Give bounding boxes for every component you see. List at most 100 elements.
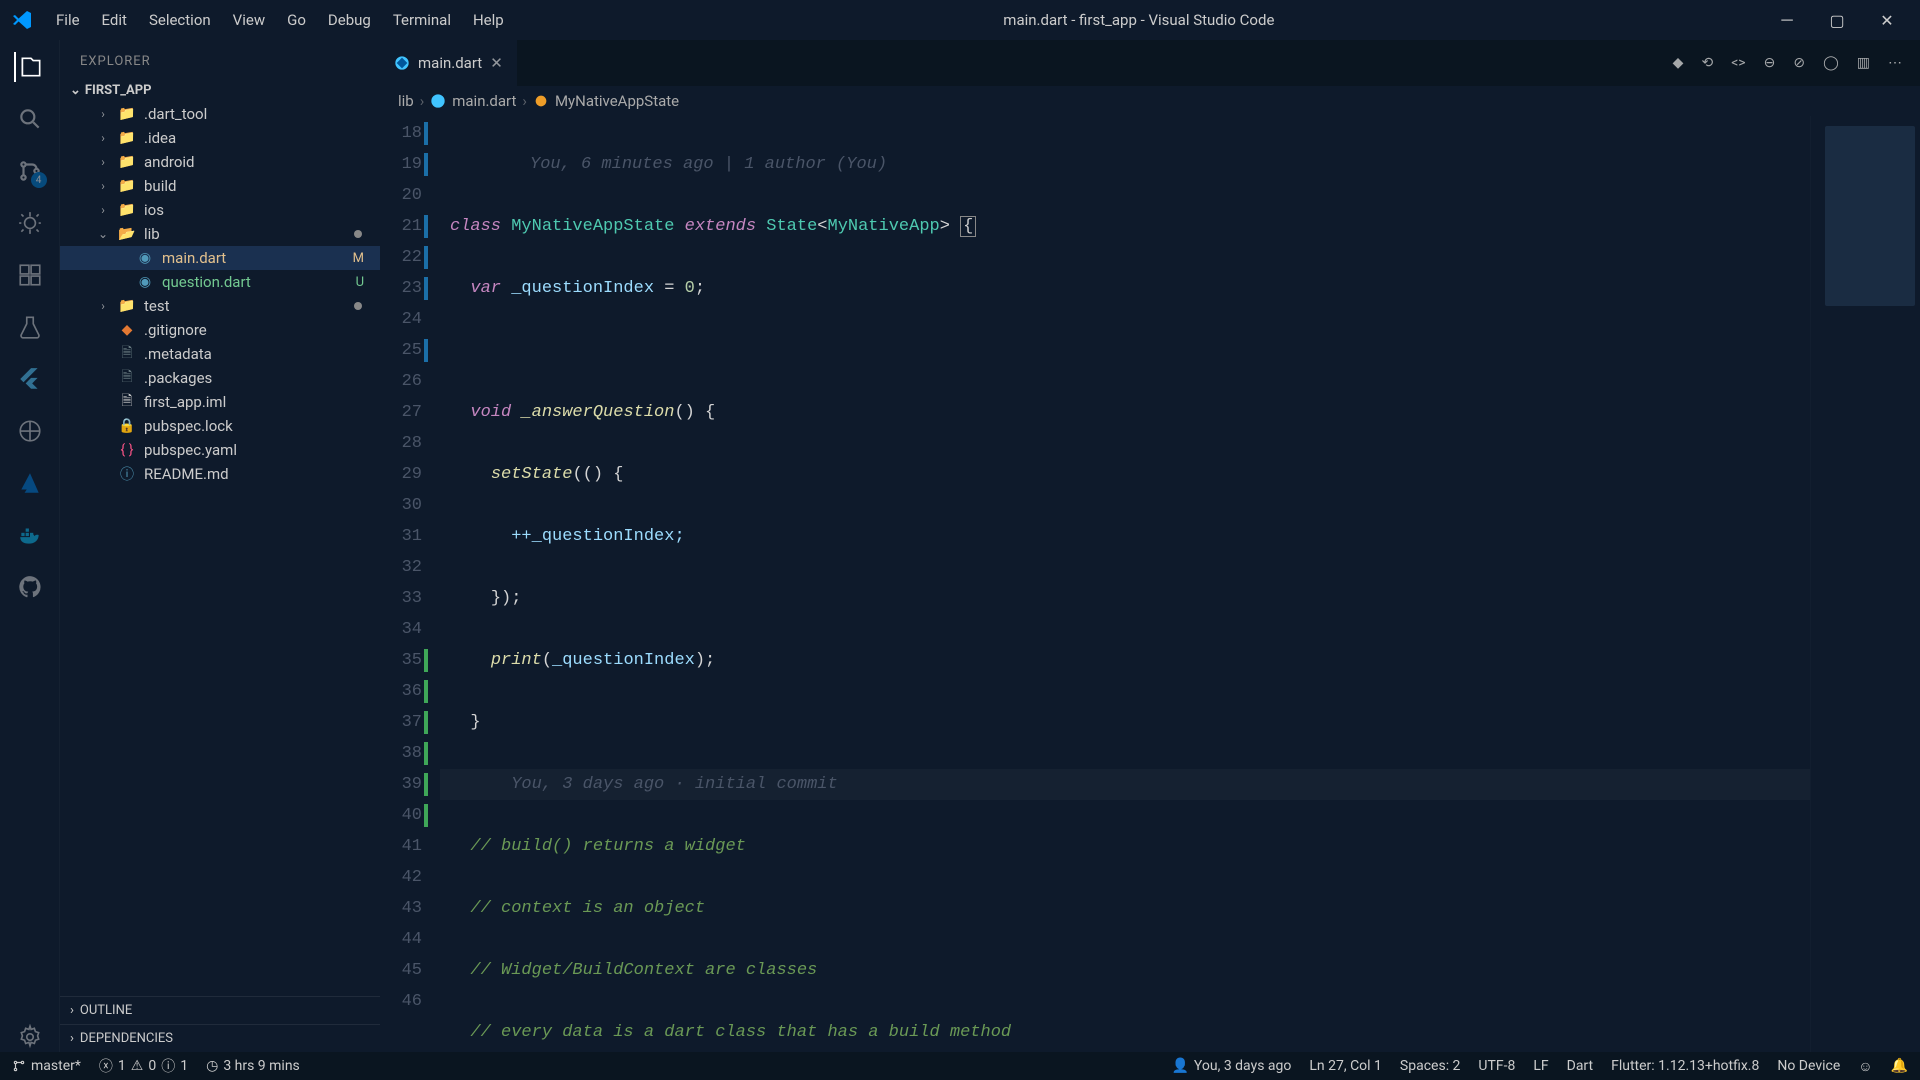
line-number: 44: [380, 924, 422, 955]
bell-icon[interactable]: 🔔: [1891, 1058, 1908, 1074]
crumb-class[interactable]: MyNativeAppState: [533, 92, 679, 110]
more-icon[interactable]: ⋯: [1888, 55, 1902, 71]
line-number: 19: [380, 149, 422, 180]
feedback-icon[interactable]: ☺: [1858, 1058, 1872, 1075]
error-icon: ⓧ: [99, 1056, 113, 1076]
flutter-indicator[interactable]: Flutter: 1.12.13+hotfix.8: [1611, 1058, 1759, 1074]
line-number: 36: [380, 676, 422, 707]
tree-item-first_app-iml[interactable]: 🗎first_app.iml: [60, 390, 380, 414]
explorer-icon[interactable]: [14, 52, 44, 82]
tree-item-test[interactable]: ›📁test: [60, 294, 380, 318]
time-tracker[interactable]: ◷ 3 hrs 9 mins: [206, 1058, 300, 1074]
dart-devtools-icon[interactable]: ◆: [1673, 55, 1684, 71]
debug-icon[interactable]: [15, 208, 45, 238]
minimap[interactable]: [1810, 116, 1920, 1052]
eol-indicator[interactable]: LF: [1533, 1058, 1548, 1074]
branch-icon: [12, 1059, 26, 1073]
dependencies-section[interactable]: › DEPENDENCIES: [60, 1024, 380, 1052]
tree-item--packages[interactable]: 🗎.packages: [60, 366, 380, 390]
dart-icon: ◉: [136, 249, 154, 267]
flutter-icon[interactable]: [15, 364, 45, 394]
line-number: 32: [380, 552, 422, 583]
indent-indicator[interactable]: Spaces: 2: [1400, 1058, 1461, 1074]
language-indicator[interactable]: Dart: [1567, 1058, 1593, 1074]
stop-icon[interactable]: ⊘: [1793, 55, 1805, 71]
close-icon[interactable]: ✕: [490, 54, 503, 72]
tree-item--dart_tool[interactable]: ›📁.dart_tool: [60, 102, 380, 126]
tree-item-label: .idea: [144, 129, 176, 147]
tab-label: main.dart: [418, 54, 482, 72]
cursor-position[interactable]: Ln 27, Col 1: [1309, 1058, 1382, 1074]
azure-icon[interactable]: [15, 468, 45, 498]
inspector-icon[interactable]: ◯: [1823, 55, 1839, 71]
problems-indicator[interactable]: ⓧ1 ⚠0 ⓘ1: [99, 1056, 188, 1076]
sidebar: EXPLORER ⌄ FIRST_APP ›📁.dart_tool›📁.idea…: [60, 40, 380, 1052]
github-icon[interactable]: [15, 572, 45, 602]
tree-item-build[interactable]: ›📁build: [60, 174, 380, 198]
crumb-file[interactable]: main.dart: [430, 92, 516, 110]
tree-item-pubspec-lock[interactable]: 🔒pubspec.lock: [60, 414, 380, 438]
line-number: 27: [380, 397, 422, 428]
tree-item-README-md[interactable]: ⓘREADME.md: [60, 462, 380, 486]
folder-root[interactable]: ⌄ FIRST_APP: [60, 79, 380, 102]
line-number: 24: [380, 304, 422, 335]
tree-item--gitignore[interactable]: ◆.gitignore: [60, 318, 380, 342]
device-indicator[interactable]: No Device: [1777, 1058, 1840, 1074]
menu-go[interactable]: Go: [277, 7, 316, 33]
file-icon: 🗎: [118, 345, 136, 363]
tab-main-dart[interactable]: main.dart ✕: [380, 40, 517, 86]
menu-view[interactable]: View: [223, 7, 275, 33]
folder-icon: 📁: [118, 297, 136, 315]
tree-item-lib[interactable]: ⌄📂lib: [60, 222, 380, 246]
line-number: 33: [380, 583, 422, 614]
code-content[interactable]: You, 6 minutes ago | 1 author (You) clas…: [440, 116, 1810, 1052]
close-button[interactable]: ✕: [1864, 3, 1910, 37]
hot-reload-icon[interactable]: ⟲: [1701, 55, 1713, 71]
test-icon[interactable]: [15, 312, 45, 342]
menu-edit[interactable]: Edit: [92, 7, 137, 33]
tree-item-main-dart[interactable]: ◉main.dartM: [60, 246, 380, 270]
open-devtools-icon[interactable]: <>: [1731, 55, 1745, 71]
branch-indicator[interactable]: master*: [12, 1058, 81, 1074]
docker-icon[interactable]: [15, 520, 45, 550]
tree-item-label: main.dart: [162, 249, 226, 267]
minimize-button[interactable]: ─: [1764, 3, 1810, 37]
modified-dot: [354, 302, 362, 310]
tree-item--metadata[interactable]: 🗎 .metadata: [60, 342, 380, 366]
settings-icon[interactable]: [15, 1022, 45, 1052]
tree-item-question-dart[interactable]: ◉question.dartU: [60, 270, 380, 294]
menu-help[interactable]: Help: [463, 7, 514, 33]
menu-terminal[interactable]: Terminal: [383, 7, 461, 33]
statusbar: master* ⓧ1 ⚠0 ⓘ1 ◷ 3 hrs 9 mins 👤 You, 3…: [0, 1052, 1920, 1080]
encoding-indicator[interactable]: UTF-8: [1478, 1058, 1515, 1074]
sidebar-title: EXPLORER: [60, 40, 380, 79]
chevron-icon: ›: [96, 179, 110, 193]
tree-item-label: .metadata: [144, 345, 212, 363]
gitlens-blame[interactable]: 👤 You, 3 days ago: [1171, 1058, 1291, 1074]
tree-item--idea[interactable]: ›📁.idea: [60, 126, 380, 150]
line-number: 39: [380, 769, 422, 800]
menu-selection[interactable]: Selection: [139, 7, 221, 33]
maximize-button[interactable]: ▢: [1814, 3, 1860, 37]
tree-item-android[interactable]: ›📁android: [60, 150, 380, 174]
menu-debug[interactable]: Debug: [318, 7, 381, 33]
remote-icon[interactable]: [15, 416, 45, 446]
outline-section[interactable]: › OUTLINE: [60, 996, 380, 1024]
line-number: 30: [380, 490, 422, 521]
folder-icon: 📁: [118, 153, 136, 171]
tree-item-ios[interactable]: ›📁ios: [60, 198, 380, 222]
crumb-lib[interactable]: lib: [398, 92, 414, 110]
line-number: 28: [380, 428, 422, 459]
tree-item-pubspec-yaml[interactable]: { }pubspec.yaml: [60, 438, 380, 462]
line-number: 43: [380, 893, 422, 924]
menu-file[interactable]: File: [46, 7, 90, 33]
extensions-icon[interactable]: [15, 260, 45, 290]
restart-icon[interactable]: ⊖: [1764, 55, 1776, 71]
line-number: 45: [380, 955, 422, 986]
search-icon[interactable]: [15, 104, 45, 134]
line-number: 34: [380, 614, 422, 645]
split-editor-icon[interactable]: ▥: [1857, 55, 1870, 71]
editor[interactable]: 1819202122232425262728293031323334353637…: [380, 116, 1920, 1052]
activity-bar: 4: [0, 40, 60, 1052]
source-control-icon[interactable]: 4: [15, 156, 45, 186]
